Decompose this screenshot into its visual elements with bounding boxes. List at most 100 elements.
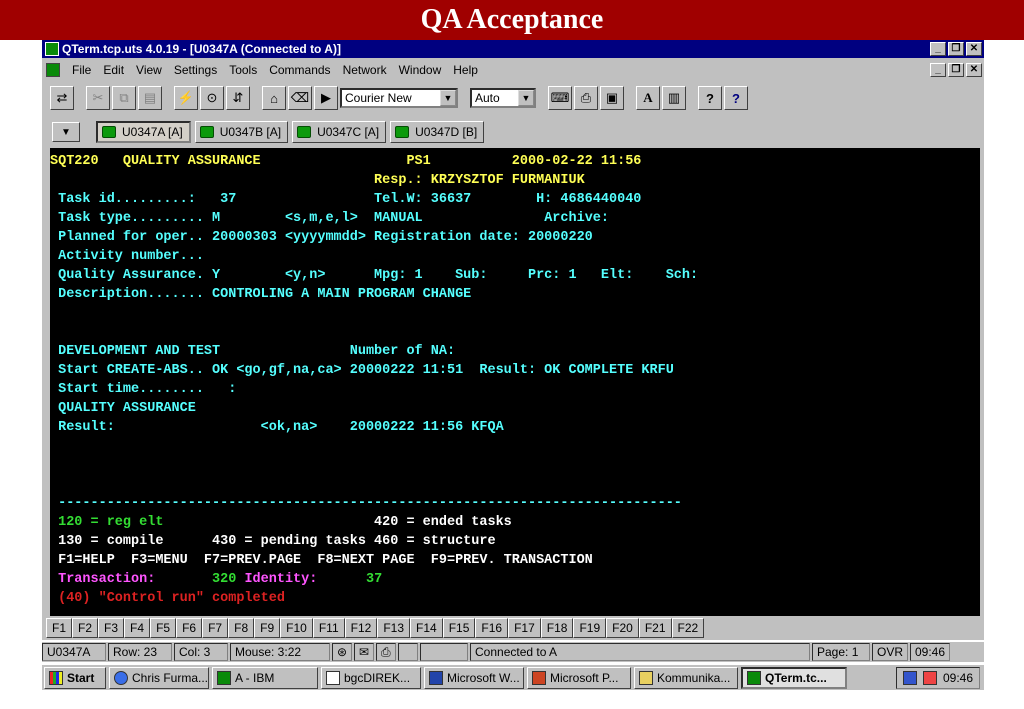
chevron-down-icon[interactable]: ▼	[518, 90, 534, 106]
font-select-value: Courier New	[345, 91, 412, 105]
fkey-f5[interactable]: F5	[150, 618, 177, 638]
alert-tray-icon[interactable]	[922, 670, 937, 685]
terminal-screen[interactable]: SQT220 QUALITY ASSURANCE PS1 2000-02-22 …	[50, 148, 980, 616]
menu-tools[interactable]: Tools	[223, 60, 263, 80]
fkey-f22[interactable]: F22	[671, 618, 705, 638]
minimize-button[interactable]: _	[930, 42, 946, 56]
mdi-minimize-button[interactable]: _	[930, 63, 946, 77]
fkey-f21[interactable]: F21	[638, 618, 672, 638]
menu-settings[interactable]: Settings	[168, 60, 223, 80]
fkey-f10[interactable]: F10	[280, 618, 313, 638]
close-button[interactable]: ✕	[966, 42, 982, 56]
transaction-input[interactable]: 320	[155, 572, 236, 587]
menu-window[interactable]: Window	[393, 60, 448, 80]
fkey-f14[interactable]: F14	[410, 618, 443, 638]
fkey-f16[interactable]: F16	[475, 618, 509, 638]
mdi-child-icon[interactable]	[46, 63, 60, 77]
menu-commands[interactable]: Commands	[263, 60, 336, 80]
mdi-restore-button[interactable]: ❐	[948, 63, 964, 77]
fkey-f7[interactable]: F7	[202, 618, 229, 638]
fkey-f4[interactable]: F4	[124, 618, 151, 638]
print-icon[interactable]: ⎙	[574, 86, 598, 110]
fkey-f6[interactable]: F6	[176, 618, 203, 638]
terminal-line: Task id.........: 37 Tel.W: 36637 H: 468…	[50, 192, 642, 207]
tray-clock[interactable]: 09:46	[943, 671, 973, 685]
copy-icon[interactable]: ⧉	[112, 86, 136, 110]
fkey-f8[interactable]: F8	[228, 618, 255, 638]
fkey-f11[interactable]: F11	[312, 618, 345, 638]
session-dropdown-icon[interactable]: ▼	[52, 122, 80, 142]
fkey-f15[interactable]: F15	[442, 618, 476, 638]
session-tab-u0347a[interactable]: U0347A [A]	[96, 121, 191, 143]
taskbar-item-label: A - IBM	[235, 670, 275, 685]
word-icon	[429, 670, 443, 685]
taskbar-item-ibm[interactable]: A - IBM	[212, 666, 318, 689]
menu-network[interactable]: Network	[337, 60, 393, 80]
menu-help[interactable]: Help	[447, 60, 484, 80]
window-title: QTerm.tcp.uts 4.0.19 - [U0347A (Connecte…	[62, 42, 341, 56]
fkey-f1[interactable]: F1	[46, 618, 73, 638]
menu-edit[interactable]: Edit	[97, 60, 130, 80]
fkey-f17[interactable]: F17	[508, 618, 541, 638]
system-tray: 09:46	[895, 666, 980, 689]
save-icon[interactable]: ▣	[600, 86, 624, 110]
qterm-app-icon[interactable]	[45, 42, 59, 56]
printer-status-icon: ⎙	[376, 643, 396, 661]
bar-chart-icon[interactable]: ▥	[662, 86, 686, 110]
menu-view[interactable]: View	[130, 60, 168, 80]
menu-file[interactable]: File	[66, 60, 97, 80]
erase-icon[interactable]: ⌫	[288, 86, 312, 110]
fkey-f3[interactable]: F3	[98, 618, 125, 638]
lock-icon: ⊛	[332, 643, 352, 661]
macro-icon[interactable]: ⚡	[174, 86, 198, 110]
terminal-line: Task type......... M <s,m,e,l> MANUAL Ar…	[50, 209, 980, 228]
fkey-f9[interactable]: F9	[254, 618, 281, 638]
function-key-bar: F1 F2 F3 F4 F5 F6 F7 F8 F9 F10 F11 F12 F…	[42, 618, 984, 638]
mdi-close-button[interactable]: ✕	[966, 63, 982, 77]
document-icon	[326, 670, 340, 685]
session-tab-u0347b[interactable]: U0347B [A]	[194, 121, 289, 143]
fkey-f18[interactable]: F18	[540, 618, 574, 638]
taskbar-item-chris[interactable]: Chris Furma...	[109, 666, 209, 689]
fkey-f20[interactable]: F20	[606, 618, 639, 638]
session-tab-u0347c[interactable]: U0347C [A]	[292, 121, 387, 143]
record-icon[interactable]: ⊙	[200, 86, 224, 110]
font-a-button[interactable]: A	[636, 86, 660, 110]
start-button[interactable]: Start	[44, 666, 106, 689]
session-tab-u0347d[interactable]: U0347D [B]	[390, 121, 485, 143]
help-button[interactable]: ?	[698, 86, 722, 110]
fkey-f12[interactable]: F12	[344, 618, 378, 638]
fkey-f19[interactable]: F19	[573, 618, 607, 638]
restore-button[interactable]: ❐	[948, 42, 964, 56]
home-icon[interactable]: ⌂	[262, 86, 286, 110]
keyboard-icon[interactable]: ⌨	[548, 86, 572, 110]
connect-icon[interactable]: ⇄	[50, 86, 74, 110]
transaction-label: Transaction:	[50, 572, 156, 587]
identity-input[interactable]: 37	[317, 572, 382, 587]
status-blank	[420, 643, 468, 661]
taskbar-item-powerpoint[interactable]: Microsoft P...	[527, 666, 631, 689]
taskbar-item-bgcdirek[interactable]: bgcDIREK...	[321, 666, 421, 689]
identity-label: Identity:	[236, 572, 318, 587]
paste-icon[interactable]: ▤	[138, 86, 162, 110]
network-tray-icon[interactable]	[902, 670, 917, 685]
transfer-icon[interactable]: ⇵	[226, 86, 250, 110]
powerpoint-icon	[532, 670, 546, 685]
context-help-button[interactable]: ?	[724, 86, 748, 110]
fkey-f13[interactable]: F13	[377, 618, 410, 638]
terminal-line: Quality Assurance. Y <y,n> Mpg: 1 Sub: P…	[50, 268, 699, 283]
window-titlebar[interactable]: QTerm.tcp.uts 4.0.19 - [U0347A (Connecte…	[42, 40, 984, 58]
fkey-f2[interactable]: F2	[72, 618, 99, 638]
font-select[interactable]: Courier New ▼	[340, 88, 458, 108]
browser-icon	[114, 670, 128, 685]
terminal-line: DEVELOPMENT AND TEST Number of NA:	[50, 344, 456, 359]
status-time: 09:46	[910, 643, 950, 661]
taskbar-item-kommunika[interactable]: Kommunika...	[634, 666, 738, 689]
size-select[interactable]: Auto ▼	[470, 88, 536, 108]
play-icon[interactable]: ▶	[314, 86, 338, 110]
taskbar-item-qterm[interactable]: QTerm.tc...	[741, 666, 847, 689]
chevron-down-icon[interactable]: ▼	[440, 90, 456, 106]
cut-icon[interactable]: ✂	[86, 86, 110, 110]
taskbar-item-word[interactable]: Microsoft W...	[424, 666, 524, 689]
